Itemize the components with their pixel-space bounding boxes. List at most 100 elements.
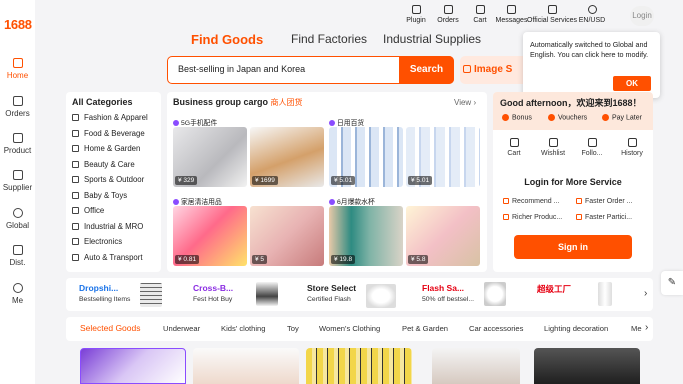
tab-pet-garden[interactable]: Pet & Garden xyxy=(402,324,448,333)
perk-pay-later[interactable]: Pay Later xyxy=(602,114,642,121)
view-link[interactable]: View › xyxy=(454,98,476,107)
category-item[interactable]: Office xyxy=(72,206,104,215)
group-dot-icon xyxy=(173,120,179,127)
product-price: ¥ 19.8 xyxy=(331,255,356,264)
category-item[interactable]: Sports & Outdoor xyxy=(72,175,144,184)
quick-cart[interactable]: Cart xyxy=(497,138,531,157)
category-item[interactable]: Electronics xyxy=(72,237,122,246)
promo-store-select[interactable]: Store Select Certified Flash xyxy=(307,283,356,303)
product-image[interactable]: ¥ 1699 xyxy=(250,127,324,187)
promo-dropshipping[interactable]: Dropshi... Bestselling Items xyxy=(79,283,130,303)
quick-follow[interactable]: Follo... xyxy=(575,138,609,157)
rail-item-product[interactable]: Product xyxy=(0,133,35,155)
category-item[interactable]: Fashion & Apparel xyxy=(72,113,148,122)
promo-super-factory[interactable]: 超级工厂 xyxy=(537,283,571,295)
sign-in-button[interactable]: Sign in xyxy=(514,235,632,259)
tab-kids-clothing[interactable]: Kids' clothing xyxy=(221,324,266,333)
category-item[interactable]: Food & Beverage xyxy=(72,129,145,138)
supplier-icon xyxy=(12,170,23,180)
star-icon xyxy=(548,138,558,147)
chevron-right-icon[interactable]: › xyxy=(645,322,648,333)
category-item[interactable]: Beauty & Care xyxy=(72,160,135,169)
rail-item-orders[interactable]: Orders xyxy=(0,96,35,118)
participate-icon xyxy=(576,214,582,221)
promo-image[interactable] xyxy=(256,282,278,306)
globe-icon xyxy=(12,208,23,218)
quick-history[interactable]: History xyxy=(615,138,649,157)
promo-flash-sale[interactable]: Flash Sa... 50% off bestsel... xyxy=(422,283,474,303)
goods-card[interactable] xyxy=(80,348,186,384)
edit-icon[interactable]: ✎ xyxy=(661,271,683,295)
tab-underwear[interactable]: Underwear xyxy=(163,324,200,333)
quick-wishlist[interactable]: Wishlist xyxy=(536,138,570,157)
goods-card[interactable] xyxy=(534,348,640,384)
rail-item-me[interactable]: Me xyxy=(0,283,35,305)
tab-lighting-decoration[interactable]: Lighting decoration xyxy=(544,324,608,333)
promo-image[interactable] xyxy=(366,284,396,308)
popup-ok-button[interactable]: OK xyxy=(613,76,651,91)
image-search-button[interactable]: Image S xyxy=(460,56,530,84)
promo-image[interactable] xyxy=(140,283,162,307)
product-image[interactable]: ¥ 19.8 xyxy=(329,206,403,266)
product-icon xyxy=(12,133,23,143)
top-cart[interactable]: Cart xyxy=(466,5,494,24)
promo-image[interactable] xyxy=(598,282,612,306)
rail-item-global[interactable]: Global xyxy=(0,208,35,230)
top-orders[interactable]: Orders xyxy=(434,5,462,24)
top-language[interactable]: EN/USD xyxy=(578,5,606,24)
group-label: 日用百货 xyxy=(329,117,364,127)
history-icon xyxy=(627,138,637,147)
tab-selected-goods[interactable]: Selected Goods xyxy=(80,323,140,333)
promo-strip: Dropshi... Bestselling Items Cross-B... … xyxy=(66,278,653,311)
product-image[interactable]: ¥ 329 xyxy=(173,127,247,187)
category-title: All Categories xyxy=(72,97,133,107)
tab-womens-clothing[interactable]: Women's Clothing xyxy=(319,324,380,333)
cart-icon xyxy=(509,138,519,147)
login-button[interactable]: Login xyxy=(630,6,654,26)
popup-text: Automatically switched to Global and Eng… xyxy=(530,40,649,59)
top-messages[interactable]: Messages xyxy=(495,5,528,24)
category-item[interactable]: Auto & Transport xyxy=(72,253,143,262)
goods-card[interactable] xyxy=(432,348,520,384)
category-item[interactable]: Baby & Toys xyxy=(72,191,127,200)
home-icon xyxy=(12,58,23,68)
site-logo[interactable]: 1688 xyxy=(4,17,32,32)
greeting-banner: Good afternoon，欢迎来到1688！ Bonus Vouchers … xyxy=(493,92,653,130)
top-plugin[interactable]: Plugin xyxy=(402,5,430,24)
fashion-icon xyxy=(72,114,79,122)
search-input-value: Best-selling in Japan and Korea xyxy=(178,64,306,74)
search-button[interactable]: Search xyxy=(399,56,454,84)
product-image[interactable]: ¥ 5.01 xyxy=(406,127,480,187)
tab-find-factories[interactable]: Find Factories xyxy=(291,32,367,46)
tab-car-accessories[interactable]: Car accessories xyxy=(469,324,523,333)
product-image[interactable]: ¥ 5.8 xyxy=(406,206,480,266)
product-image[interactable]: ¥ 0.81 xyxy=(173,206,247,266)
goods-card[interactable] xyxy=(193,348,299,384)
tab-toy[interactable]: Toy xyxy=(287,324,299,333)
promo-cross-border[interactable]: Cross-B... Fest Hot Buy xyxy=(193,283,233,303)
messages-icon xyxy=(507,5,516,14)
rail-item-home[interactable]: Home xyxy=(0,58,35,80)
rail-item-dist[interactable]: Dist. xyxy=(0,245,35,267)
product-image[interactable]: ¥ 5.01 xyxy=(329,127,403,187)
tab-find-goods[interactable]: Find Goods xyxy=(191,32,263,47)
chevron-right-icon[interactable]: › xyxy=(644,288,647,299)
goods-card[interactable] xyxy=(306,348,412,384)
services-icon xyxy=(547,5,557,14)
account-panel: Good afternoon，欢迎来到1688！ Bonus Vouchers … xyxy=(493,92,653,272)
category-item[interactable]: Home & Garden xyxy=(72,144,140,153)
beauty-icon xyxy=(72,161,79,169)
business-cargo-title: Business group cargo 商人团货 xyxy=(173,97,303,107)
rail-item-supplier[interactable]: Supplier xyxy=(0,170,35,192)
product-price: ¥ 1699 xyxy=(252,176,278,185)
perk-vouchers[interactable]: Vouchers xyxy=(548,114,587,121)
top-official-services[interactable]: Official Services xyxy=(526,5,578,24)
voucher-icon xyxy=(548,114,555,121)
product-image[interactable]: ¥ 5 xyxy=(250,206,324,266)
tab-industrial-supplies[interactable]: Industrial Supplies xyxy=(383,32,481,46)
product-price: ¥ 5 xyxy=(252,255,268,264)
perk-bonus[interactable]: Bonus xyxy=(502,114,532,121)
category-item[interactable]: Industrial & MRO xyxy=(72,222,143,231)
promo-image[interactable] xyxy=(484,282,506,306)
tab-more[interactable]: Me xyxy=(631,324,642,333)
